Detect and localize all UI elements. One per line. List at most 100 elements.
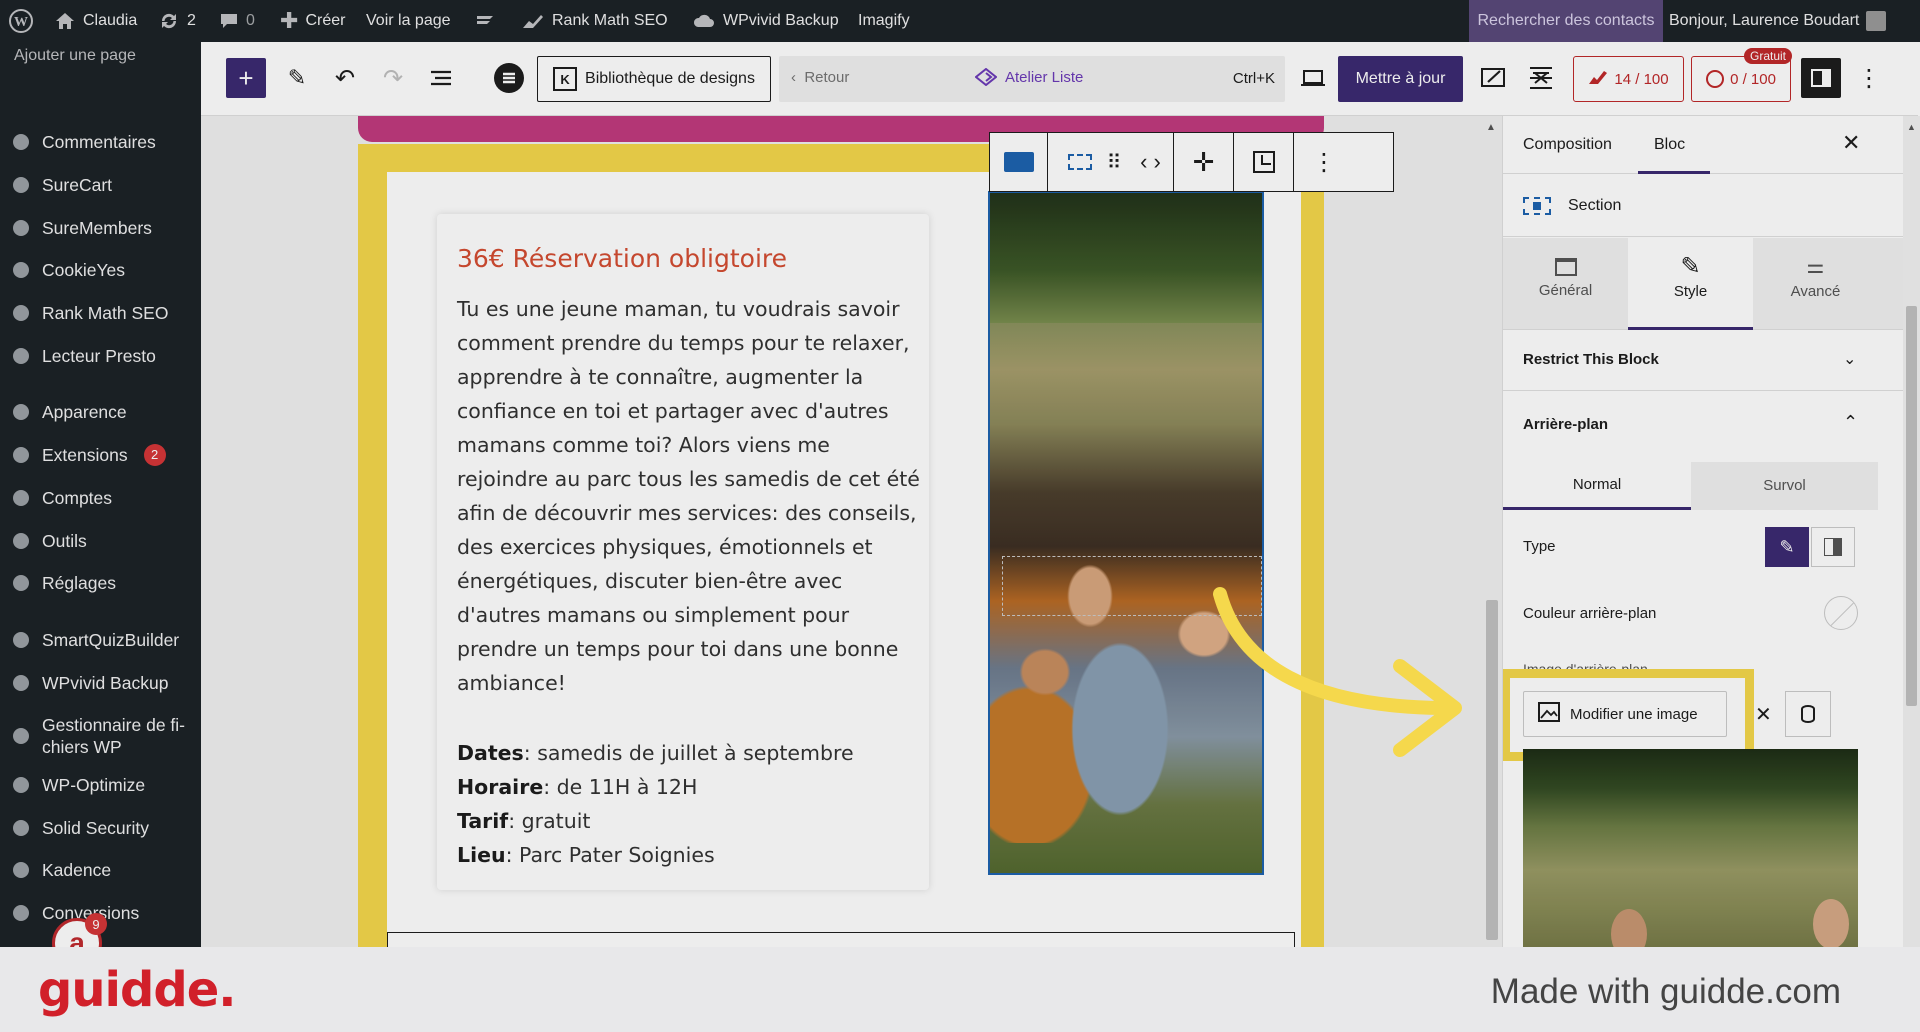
dynamic-source-button[interactable] [1785, 691, 1831, 737]
comments-link[interactable]: 0 [219, 0, 255, 42]
sidebar-item-label: WPvivid Backup [42, 672, 169, 693]
update-button[interactable]: Mettre à jour [1338, 56, 1463, 102]
canvas-scrollbar[interactable]: ▲ [1482, 116, 1502, 947]
guidde-logo: guidde. [38, 962, 236, 1018]
page-scroll-thumb[interactable] [1906, 306, 1917, 706]
modify-image-button[interactable]: Modifier une image [1523, 691, 1727, 737]
sidebar-item-3[interactable]: CookieYes [9, 258, 125, 281]
kadence-icon [9, 858, 32, 881]
tab-bloc[interactable]: Bloc [1638, 116, 1710, 174]
insert-block-icon[interactable]: ✛ [1174, 133, 1234, 191]
row-layout-icon[interactable] [1060, 133, 1100, 191]
kadence-settings-icon[interactable] [1523, 60, 1559, 96]
sidebar-item-label: Extensions [42, 444, 128, 465]
sidebar-item-1[interactable]: SureCart [9, 173, 112, 196]
type-gradient-button[interactable] [1811, 527, 1855, 567]
kadence-toolbar-icon[interactable] [474, 0, 496, 42]
sidebar-item-16[interactable]: Kadence [9, 858, 111, 881]
sidebar-item-7[interactable]: Extensions 2 [9, 443, 166, 466]
sidebar-item-15[interactable]: Solid Security [9, 816, 149, 839]
rankmath-link[interactable]: Rank Math SEO [521, 0, 668, 42]
conversions-icon [9, 901, 32, 924]
subtab-style[interactable]: ✎ Style [1628, 238, 1753, 330]
wordpress-logo-icon[interactable]: W [8, 0, 34, 42]
update-label: Mettre à jour [1355, 70, 1446, 87]
settings-sidebar-toggle[interactable] [1801, 58, 1841, 98]
notes-icon[interactable] [1476, 60, 1512, 96]
updates-link[interactable]: 2 [158, 0, 196, 42]
sidebar-item-label: Commentaires [42, 131, 156, 152]
back-label: Retour [804, 69, 850, 86]
presto-icon [9, 344, 32, 367]
add-block-button[interactable]: + [226, 58, 266, 98]
site-name-link[interactable]: Claudia [54, 0, 137, 42]
sidebar-item-2[interactable]: SureMembers [9, 216, 152, 239]
spectra-icon[interactable] [491, 60, 527, 96]
create-label: Créer [305, 12, 346, 29]
sidebar-item-4[interactable]: Rank Math SEO [9, 301, 168, 324]
sidebar-item-0[interactable]: Commentaires [9, 130, 156, 153]
seo-score-button[interactable]: 14 / 100 [1573, 56, 1684, 102]
restrict-block-toggle[interactable]: Restrict This Block ⌄ [1503, 331, 1903, 391]
background-toggle[interactable]: Arrière-plan ⌃ [1503, 392, 1903, 452]
sidebar-item-13[interactable]: Gestionnaire de fi- chiers WP [9, 714, 185, 758]
cookie-icon [9, 258, 32, 281]
sidebar-item-10[interactable]: Réglages [9, 571, 116, 594]
avatar [1866, 11, 1887, 31]
section-block-icon[interactable] [990, 133, 1048, 191]
comments-count: 0 [246, 12, 255, 29]
remove-image-icon[interactable]: ✕ [1755, 702, 1772, 727]
readability-score-button[interactable]: 0 / 100 Gratuit [1691, 48, 1792, 102]
page-scrollbar[interactable]: ▲ [1903, 116, 1920, 947]
section-image[interactable] [988, 191, 1264, 875]
sidebar-item-8[interactable]: Comptes [9, 486, 112, 509]
design-library-button[interactable]: K Bibliothèque de designs [537, 56, 771, 102]
copy-styles-icon[interactable] [1234, 133, 1294, 191]
type-label: Type [1523, 538, 1556, 555]
home-icon [56, 13, 74, 29]
sidebar-item-14[interactable]: WP-Optimize [9, 773, 145, 796]
command-bar[interactable]: ‹ Retour Atelier Liste Ctrl+K [779, 56, 1285, 102]
bg-color-swatch[interactable] [1824, 596, 1858, 630]
state-tab-normal[interactable]: Normal [1503, 462, 1691, 510]
redo-icon[interactable]: ↷ [375, 60, 411, 96]
view-page-link[interactable]: Voir la page [366, 0, 451, 42]
account-menu[interactable]: Bonjour, Laurence Boudart [1669, 0, 1887, 42]
subtab-advanced[interactable]: ⚌ Avancé [1753, 238, 1878, 330]
wrench-icon [9, 529, 32, 552]
edit-pencil-icon[interactable]: ✎ [279, 60, 315, 96]
subtab-general[interactable]: Général [1503, 238, 1628, 330]
sidebar-item-11[interactable]: SmartQuizBuilder [9, 628, 179, 651]
type-classic-button[interactable]: ✎ [1765, 527, 1809, 567]
state-tabs: Normal Survol [1503, 462, 1878, 510]
create-link[interactable]: ✚ Créer [280, 0, 345, 42]
tab-composition[interactable]: Composition [1523, 136, 1612, 154]
rankmath-label: Rank Math SEO [552, 12, 668, 29]
back-link[interactable]: ‹ Retour [791, 69, 849, 86]
preview-device-icon[interactable] [1295, 60, 1331, 96]
sidebar-item-6[interactable]: Apparence [9, 400, 127, 423]
optimize-icon [9, 773, 32, 796]
block-options-icon[interactable]: ⋮ [1294, 133, 1354, 191]
calendar-icon [1554, 258, 1577, 276]
add-page-link[interactable]: Ajouter une page [14, 47, 136, 65]
section-icon [1523, 197, 1551, 215]
state-tab-hover[interactable]: Survol [1691, 462, 1878, 510]
search-contacts-button[interactable]: Rechercher des contacts [1469, 0, 1663, 42]
undo-icon[interactable]: ↶ [327, 60, 363, 96]
wpvivid-link[interactable]: WPvivid Backup [692, 0, 839, 42]
sidebar-item-5[interactable]: Lecteur Presto [9, 344, 156, 367]
list-view-icon[interactable] [423, 60, 459, 96]
chart-icon [9, 301, 32, 324]
sidebar-item-12[interactable]: WPvivid Backup [9, 671, 168, 694]
imagify-link[interactable]: Imagify [858, 0, 910, 42]
sidebar-item-9[interactable]: Outils [9, 529, 87, 552]
drag-handle-icon[interactable]: ⠿ [1100, 133, 1128, 191]
document-title[interactable]: Atelier Liste [975, 68, 1083, 86]
more-options-icon[interactable]: ⋮ [1851, 60, 1887, 96]
move-arrows-icon[interactable]: ‹ › [1128, 133, 1174, 191]
background-image-preview[interactable] [1523, 749, 1858, 947]
sidebar-item-label: Solid Security [42, 817, 149, 838]
shortcut-hint: Ctrl+K [1232, 70, 1275, 87]
close-panel-icon[interactable]: ✕ [1842, 130, 1860, 156]
